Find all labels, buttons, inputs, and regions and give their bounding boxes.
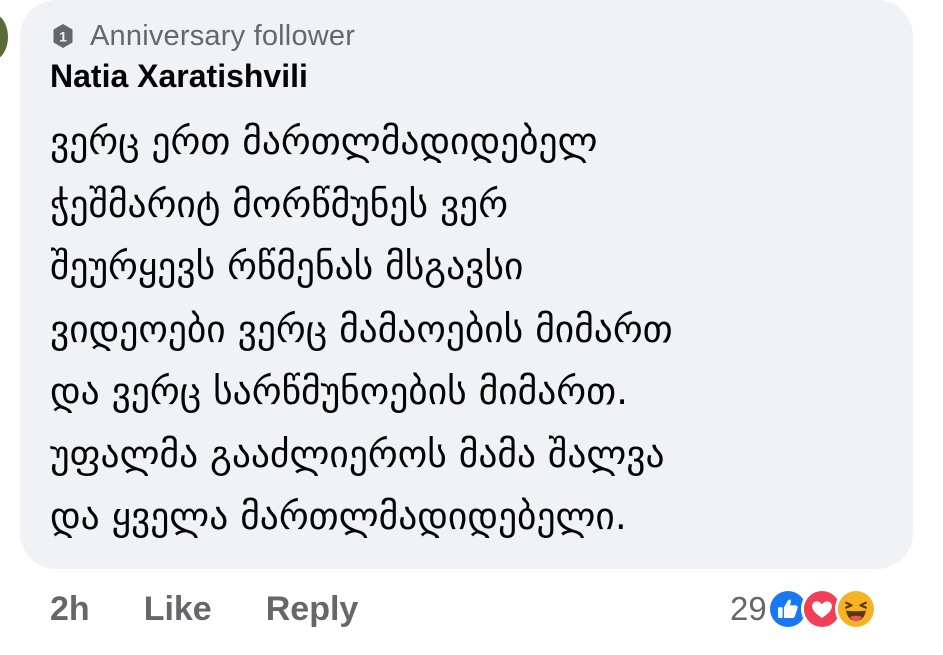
comment-line: უფალმა გააძლიეროს მამა შალვა [50, 431, 665, 476]
comment-text: ვერც ერთ მართლმადიდებელ ჭეშმარიტ მორწმუნ… [50, 110, 895, 548]
svg-text:1: 1 [59, 29, 67, 45]
comment-line: და ვერც სარწმუნოების მიმართ. [50, 369, 629, 413]
avatar[interactable] [0, 14, 8, 60]
haha-reaction-icon [834, 588, 877, 630]
comment-author[interactable]: Natia Xaratishvili [50, 58, 308, 95]
anniversary-badge-icon: 1 [53, 24, 73, 48]
anniversary-badge[interactable]: 1 Anniversary follower [50, 18, 355, 54]
comment-actions: 2h Like Reply [50, 586, 358, 632]
comment-line: ვიდეოები ვერც მამაოების მიმართ [50, 306, 673, 351]
comment-line: ვერც ერთ მართლმადიდებელ [50, 119, 598, 163]
reaction-count: 29 [730, 590, 767, 627]
reactions-summary[interactable]: 29 [730, 586, 877, 632]
badge-label: Anniversary follower [90, 19, 356, 52]
comment-timestamp[interactable]: 2h [50, 590, 90, 629]
comment-line: და ყველა მართლმადიდებელი. [50, 494, 627, 538]
comment-line: ჭეშმარიტ მორწმუნეს ვერ [50, 181, 509, 226]
reply-button[interactable]: Reply [266, 590, 359, 629]
comment-line: შეურყევს რწმენას მსგავსი [50, 244, 524, 288]
like-button[interactable]: Like [144, 590, 212, 629]
